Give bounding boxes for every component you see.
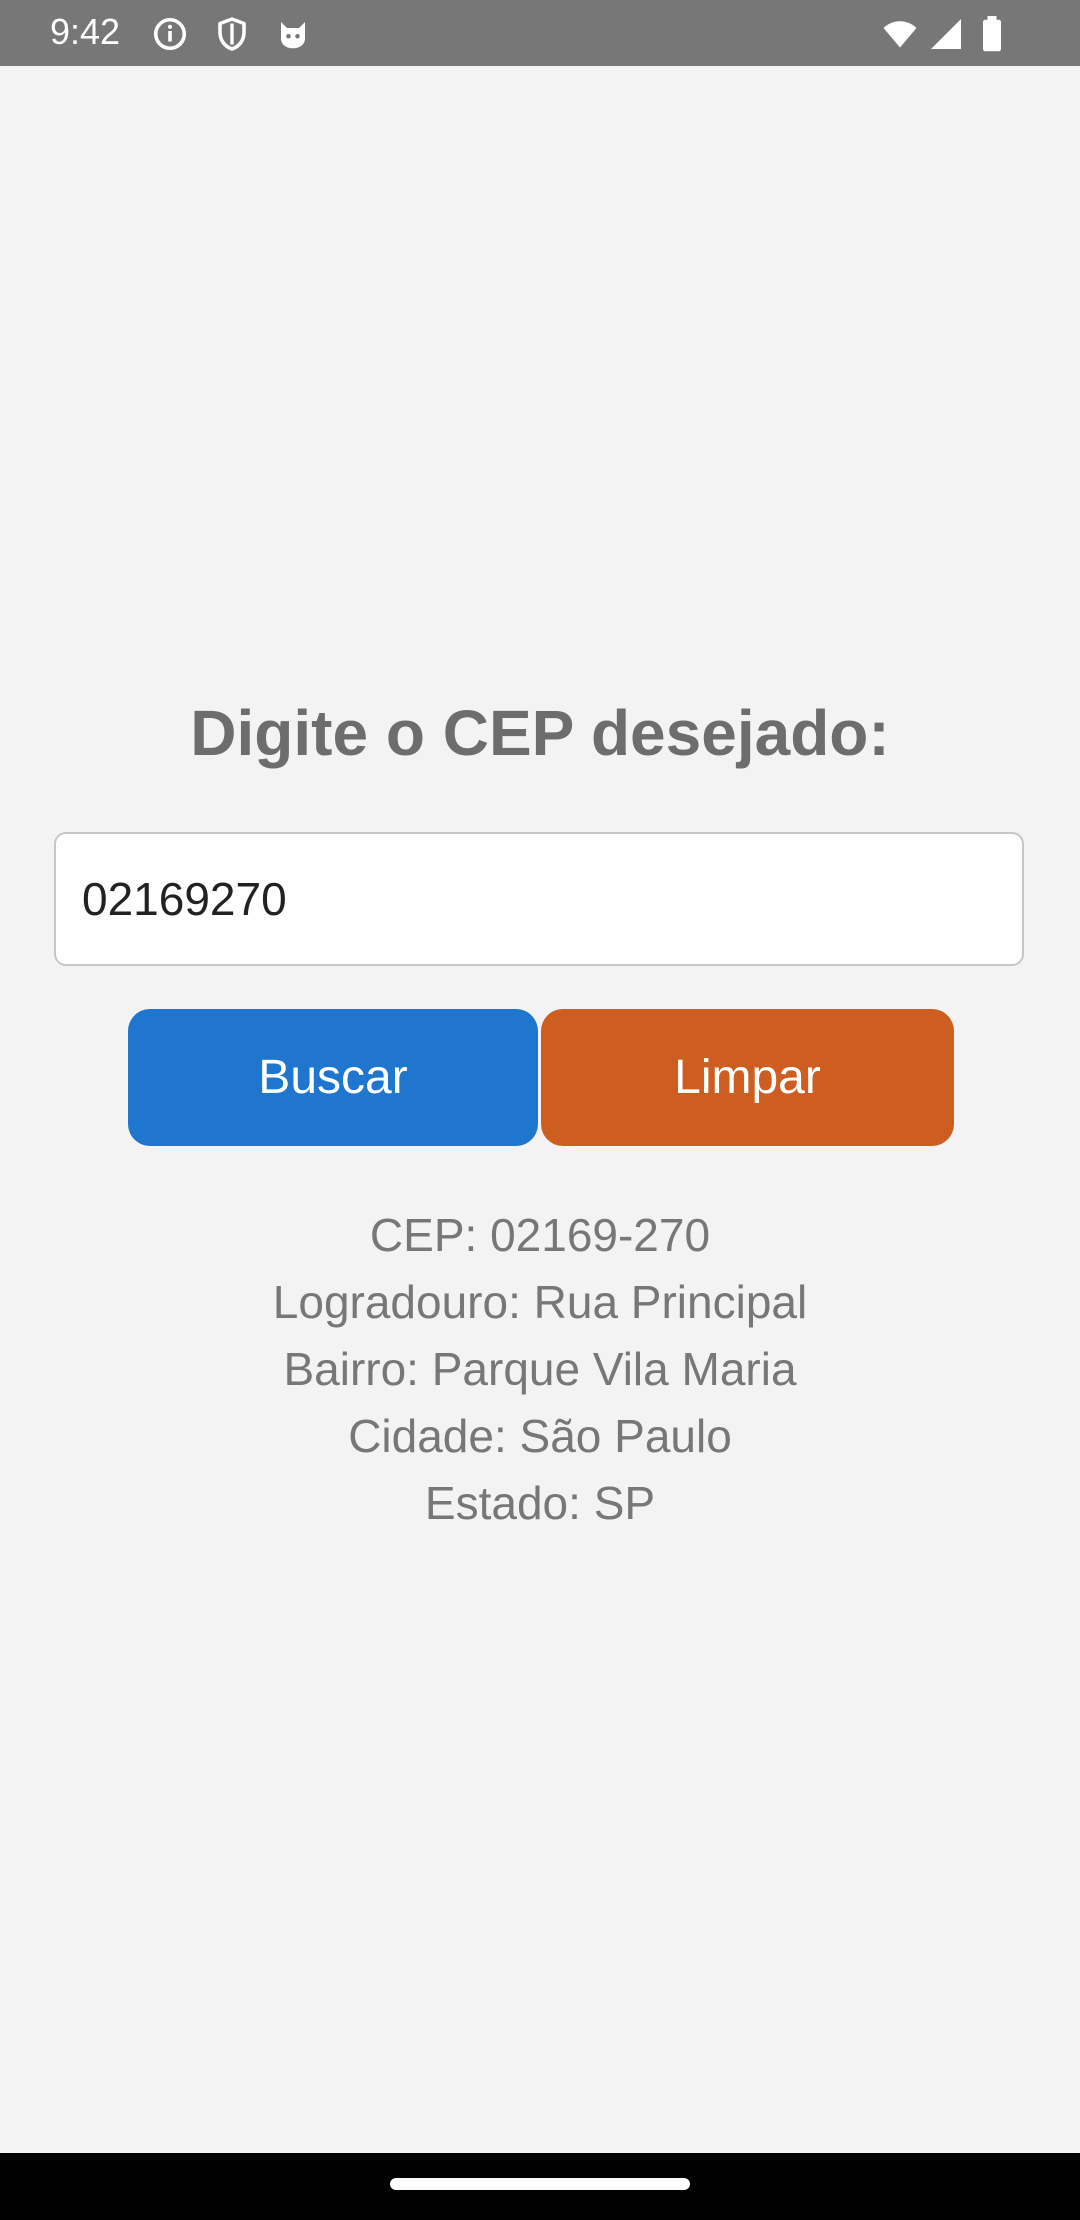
result-cep: CEP: 02169-270 [369, 1209, 711, 1261]
home-gesture-handle[interactable] [390, 2178, 690, 2190]
result-bairro: Bairro: Parque Vila Maria [283, 1343, 797, 1395]
address-result: CEP: 02169-270 Logradouro: Rua Principal… [0, 1202, 1080, 1537]
page-title: Digite o CEP desejado: [190, 697, 890, 769]
cep-input[interactable] [54, 832, 1024, 966]
result-logradouro: Logradouro: Rua Principal [272, 1276, 808, 1328]
cat-icon [275, 16, 311, 52]
info-icon [152, 16, 188, 52]
result-estado: Estado: SP [424, 1477, 656, 1529]
navigation-bar [0, 2153, 1080, 2220]
wifi-icon [880, 16, 920, 52]
shield-icon [214, 16, 250, 52]
status-time: 9:42 [50, 11, 121, 52]
battery-icon [980, 16, 1004, 52]
result-cidade: Cidade: São Paulo [348, 1410, 732, 1462]
search-button[interactable]: Buscar [128, 1009, 538, 1146]
signal-icon [928, 16, 964, 52]
clear-button[interactable]: Limpar [541, 1009, 954, 1146]
status-bar: 9:42 [0, 0, 1080, 66]
